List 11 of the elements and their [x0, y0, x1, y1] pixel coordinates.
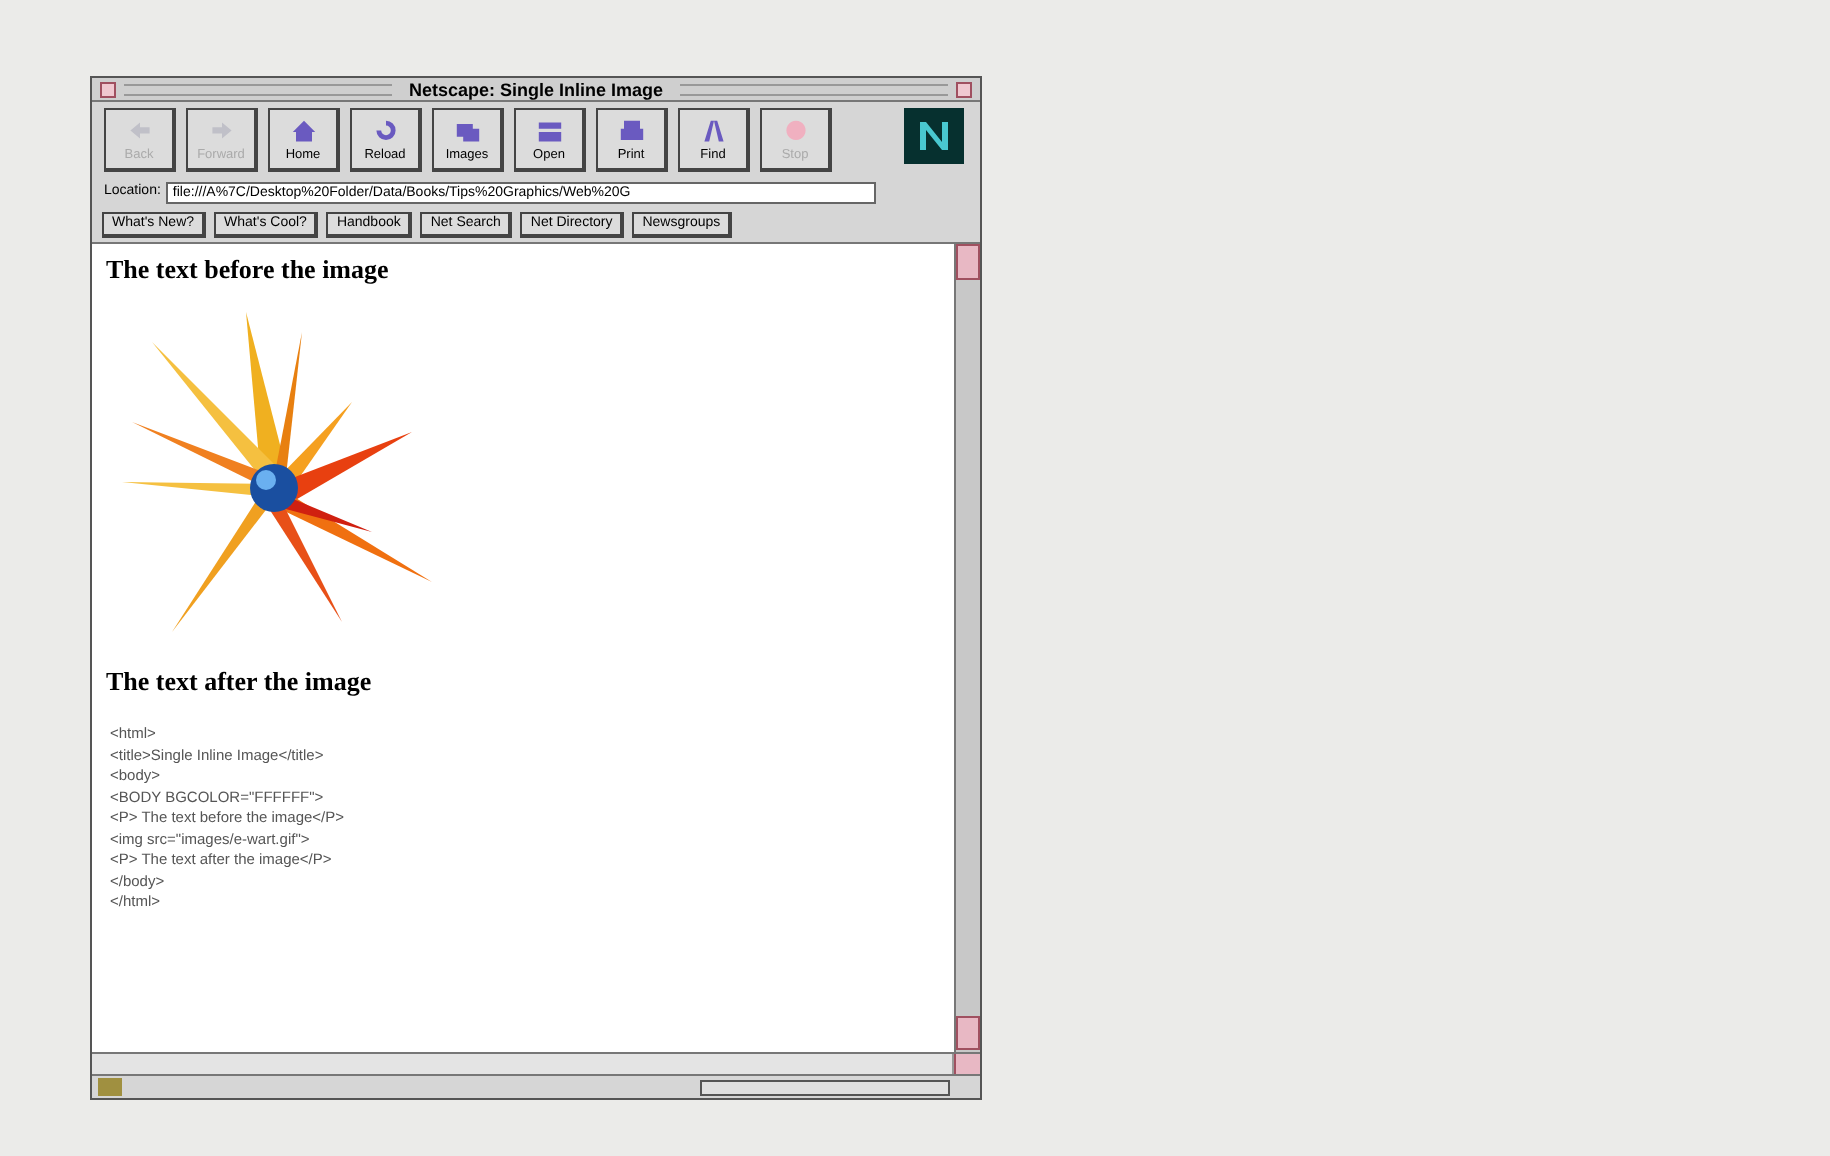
- toolbar-icon: [287, 115, 319, 147]
- close-box-icon[interactable]: [100, 81, 116, 97]
- scroll-arrows-icon[interactable]: [956, 1016, 980, 1050]
- horizontal-scrollbar[interactable]: [92, 1054, 954, 1074]
- scroll-arrows-icon[interactable]: [956, 244, 980, 280]
- heading-text: The text after the image: [106, 666, 374, 696]
- resize-box-icon[interactable]: [954, 1054, 980, 1074]
- zoom-box-icon[interactable]: [956, 81, 973, 97]
- vertical-scrollbar[interactable]: [954, 244, 980, 1052]
- netscape-logo-icon: [904, 108, 964, 164]
- heading-text: The text before the image: [106, 254, 391, 284]
